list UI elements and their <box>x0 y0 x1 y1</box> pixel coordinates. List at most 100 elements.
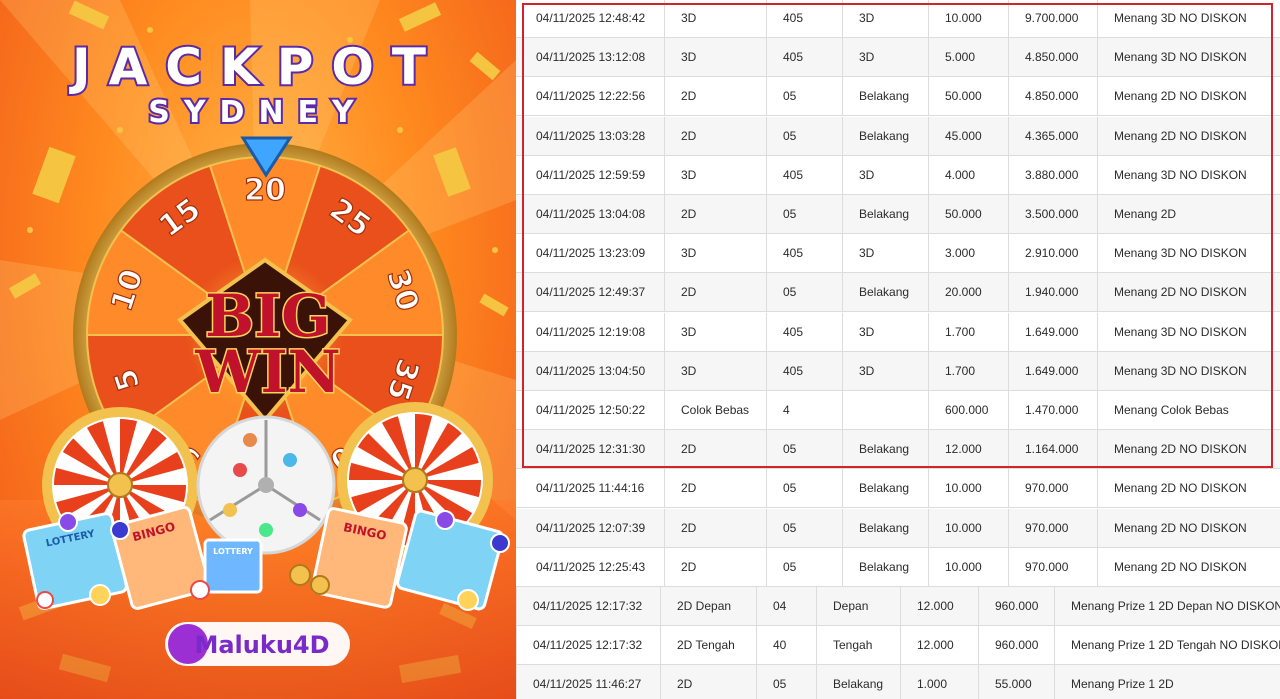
cell-number: 4 <box>766 391 842 429</box>
cell-description: Menang Prize 1 2D Depan NO DISKON <box>1054 587 1280 625</box>
cell-number: 05 <box>766 195 842 233</box>
promo-banner: JACKPOT SYDNEY 2025303540455051015 BIG W… <box>0 0 516 699</box>
cell-datetime: 04/11/2025 13:04:50 <box>536 363 646 378</box>
cell-win: 960.000 <box>978 626 1054 665</box>
cell-win: 1.164.000 <box>1008 430 1097 469</box>
cell-number: 05 <box>766 508 842 547</box>
cell-datetime: 04/11/2025 12:48:42 <box>536 11 646 25</box>
cell-win: 2.910.000 <box>1008 234 1097 273</box>
cell-description: Menang 2D NO DISKON <box>1097 430 1277 469</box>
cell-win: 3.880.000 <box>1008 155 1097 194</box>
cell-number: 405 <box>766 312 842 351</box>
cell-position: 3D <box>842 234 928 273</box>
cell-description: Menang 2D <box>1097 195 1277 233</box>
cell-win: 970.000 <box>1008 469 1097 508</box>
table-row: 04/11/2025 13:04:50 3D 405 3D 1.700 1.649.000… <box>516 351 1280 391</box>
cell-description: Menang 3D NO DISKON <box>1097 38 1277 77</box>
cell-datetime: 04/11/2025 13:04:08 <box>536 207 646 221</box>
table-row: 04/11/2025 12:25:43 2D 05 Belakang 10.000 970… <box>516 547 1280 587</box>
cell-position: 3D <box>842 312 928 351</box>
cell-position: Tengah <box>816 626 900 665</box>
table-row: 04/11/2025 13:03:28 2D 05 Belakang 45.000 4.3… <box>516 116 1280 156</box>
cell-datetime: 04/11/2025 12:49:37 <box>536 285 646 300</box>
cell-description: Menang Colok Bebas <box>1097 391 1277 429</box>
cell-number: 05 <box>766 469 842 508</box>
cell-datetime: 04/11/2025 13:12:08 <box>536 50 646 65</box>
cell-position: Belakang <box>842 195 928 233</box>
cell-win: 1.649.000 <box>1008 351 1097 390</box>
ticket-center: LOTTERY <box>203 538 263 594</box>
table-row: 04/11/2025 13:04:08 2D 05 Belakang 50.000 3.5… <box>516 195 1280 234</box>
cell-datetime: 04/11/2025 12:17:32 <box>516 626 660 665</box>
cell-datetime: 04/11/2025 12:17:32 <box>516 587 660 625</box>
cell-number: 05 <box>766 547 842 586</box>
cell-position: Belakang <box>842 430 928 469</box>
table-row: 04/11/2025 12:17:32 2D Tengah 40 Tengah 12.0… <box>516 626 1280 666</box>
cell-win: 4.850.000 <box>1008 38 1097 77</box>
table-row: 04/11/2025 11:44:16 2D 05 Belakang 10.000 970… <box>516 469 1280 509</box>
cell-position: Belakang <box>842 469 928 508</box>
cell-win: 9.700.000 <box>1008 0 1097 37</box>
cell-game: 3D <box>664 155 766 194</box>
cell-position: Belakang <box>842 508 928 547</box>
banner-title-line1: JACKPOT <box>69 38 444 96</box>
cell-bet: 12.000 <box>928 430 1008 469</box>
cell-bet: 45.000 <box>928 116 1008 155</box>
cell-bet: 1.700 <box>928 312 1008 351</box>
cell-position: Belakang <box>842 77 928 116</box>
table-row: 04/11/2025 12:22:56 2D 05 Belakang 50.000 4.8… <box>516 77 1280 117</box>
table-row: 04/11/2025 11:46:27 2D 05 Belakang 1.000 55.0… <box>516 665 1280 699</box>
cell-position: Depan <box>816 587 900 625</box>
cell-position: 3D <box>842 155 928 194</box>
cell-game: 3D <box>664 234 766 273</box>
banner-art: JACKPOT SYDNEY 2025303540455051015 BIG W… <box>0 0 516 699</box>
cell-win: 55.000 <box>978 665 1054 699</box>
cell-datetime: 04/11/2025 12:25:43 <box>536 559 646 574</box>
cell-position: 3D <box>842 0 928 37</box>
cell-datetime: 04/11/2025 12:31:30 <box>536 442 646 457</box>
cell-description: Menang 2D NO DISKON <box>1097 273 1277 312</box>
cell-number: 05 <box>756 665 816 699</box>
cell-number: 04 <box>756 587 816 625</box>
table-row: 04/11/2025 12:07:39 2D 05 Belakang 10.000 970… <box>516 508 1280 548</box>
cell-description: Menang Prize 1 2D Tengah NO DISKON <box>1054 626 1280 665</box>
cell-number: 405 <box>766 351 842 390</box>
brand-logo: Maluku4D <box>165 622 350 666</box>
cell-position: Belakang <box>842 547 928 586</box>
cell-game: 2D <box>664 77 766 116</box>
cell-game: 2D <box>664 273 766 312</box>
cell-number: 05 <box>766 77 842 116</box>
cell-game: 2D <box>664 430 766 469</box>
cell-description: Menang 2D NO DISKON <box>1097 547 1277 586</box>
lottery-drum-icon <box>196 415 336 555</box>
cell-win: 960.000 <box>978 587 1054 625</box>
cell-position: Belakang <box>816 665 900 699</box>
results-table: 04/11/2025 12:48:42 3D 405 3D 10.000 9.700.00… <box>516 0 1280 699</box>
cell-win: 3.500.000 <box>1008 195 1097 233</box>
table-row: 04/11/2025 12:17:32 2D Depan 04 Depan 12.000… <box>516 587 1280 626</box>
cell-number: 05 <box>766 430 842 469</box>
cell-datetime: 04/11/2025 13:03:28 <box>536 128 646 143</box>
cell-datetime: 04/11/2025 12:50:22 <box>536 403 646 417</box>
cell-bet: 20.000 <box>928 273 1008 312</box>
cell-datetime: 04/11/2025 12:59:59 <box>536 167 646 182</box>
cell-game: 2D <box>664 547 766 586</box>
cell-game: 3D <box>664 351 766 390</box>
cell-bet: 10.000 <box>928 547 1008 586</box>
cell-description: Menang 2D NO DISKON <box>1097 116 1277 155</box>
cell-bet: 3.000 <box>928 234 1008 273</box>
cell-win: 1.470.000 <box>1008 391 1097 429</box>
table-row: 04/11/2025 12:19:08 3D 405 3D 1.700 1.649.000… <box>516 312 1280 352</box>
cell-number: 405 <box>766 234 842 273</box>
big-win-badge: BIG WIN <box>177 257 353 424</box>
logo-text: Maluku4D <box>194 631 329 659</box>
cell-bet: 5.000 <box>928 38 1008 77</box>
cell-game: 2D <box>664 469 766 508</box>
cell-game: 2D <box>664 116 766 155</box>
cell-game: 3D <box>664 312 766 351</box>
cell-datetime: 04/11/2025 11:44:16 <box>536 481 645 496</box>
banner-title-line2: SYDNEY <box>148 95 368 130</box>
cell-description: Menang 3D NO DISKON <box>1097 351 1277 390</box>
cell-bet: 1.000 <box>900 665 978 699</box>
cell-datetime: 04/11/2025 12:22:56 <box>536 89 646 104</box>
